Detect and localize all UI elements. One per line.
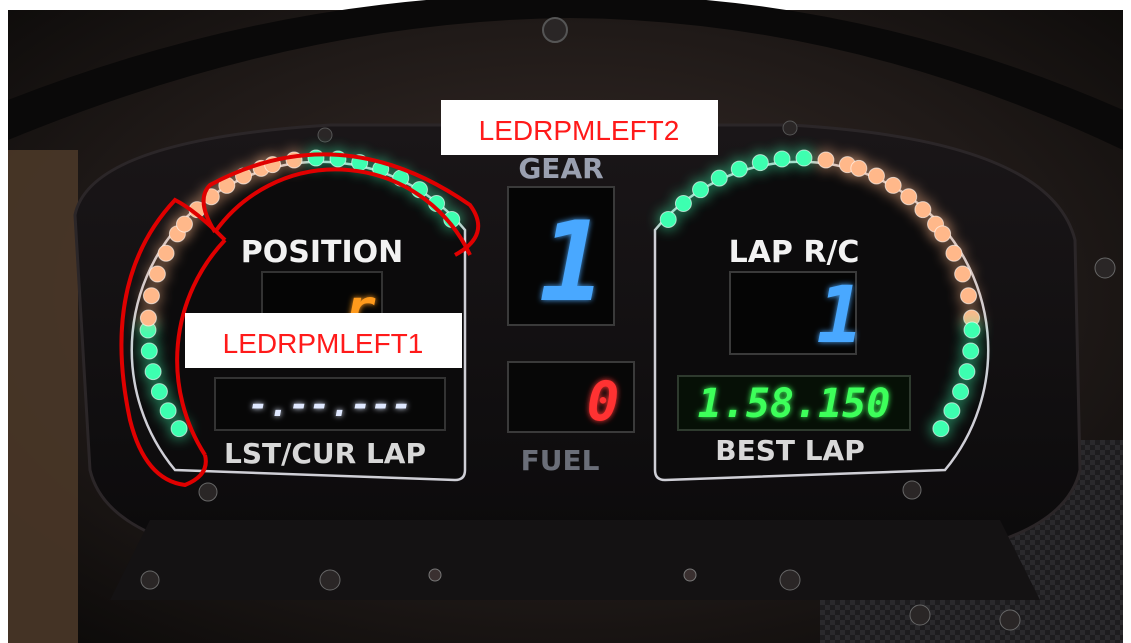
led: [945, 244, 963, 262]
led: [867, 167, 885, 185]
led: [144, 363, 162, 381]
led: [175, 215, 193, 233]
led: [139, 309, 157, 327]
led: [850, 159, 868, 177]
desk-left: [8, 150, 78, 643]
led: [751, 154, 769, 172]
gear-value: 1: [539, 198, 605, 326]
fuel-value: 0: [587, 370, 620, 433]
best-lap-value: 1.58.150: [698, 381, 891, 427]
led: [170, 420, 188, 438]
led: [934, 225, 952, 243]
lst-cur-display: -.--.---: [248, 385, 412, 425]
callout-top: LEDRPMLEFT2: [479, 115, 680, 146]
dashboard-svg: POSITION r -.--.--- LST/CUR LAP GEAR 1 0…: [8, 0, 1123, 643]
dashboard-photo: POSITION r -.--.--- LST/CUR LAP GEAR 1 0…: [0, 0, 1131, 643]
callout-left: LEDRPMLEFT1: [223, 328, 424, 359]
led: [952, 383, 970, 401]
led: [900, 188, 918, 206]
led: [157, 244, 175, 262]
led: [159, 402, 177, 420]
led: [817, 151, 835, 169]
led: [963, 321, 981, 339]
fuel-label: FUEL: [521, 444, 600, 477]
led: [954, 265, 972, 283]
led: [730, 160, 748, 178]
led: [943, 402, 961, 420]
led: [795, 149, 813, 167]
led: [914, 201, 932, 219]
led: [884, 176, 902, 194]
gear-label: GEAR: [518, 152, 603, 185]
position-label: POSITION: [241, 235, 404, 270]
led: [659, 210, 677, 228]
led: [932, 420, 950, 438]
led: [150, 383, 168, 401]
lap-rc-value: 1: [817, 271, 864, 361]
led: [960, 287, 978, 305]
led: [773, 150, 791, 168]
led: [692, 181, 710, 199]
led: [142, 287, 160, 305]
led: [148, 265, 166, 283]
led: [962, 342, 980, 360]
lst-cur-label: LST/CUR LAP: [224, 437, 426, 470]
lap-rc-label: LAP R/C: [729, 235, 860, 270]
mount-bracket: [110, 520, 1040, 600]
led: [958, 363, 976, 381]
led: [710, 169, 728, 187]
led: [674, 195, 692, 213]
led: [140, 342, 158, 360]
best-lap-label: BEST LAP: [715, 434, 865, 467]
